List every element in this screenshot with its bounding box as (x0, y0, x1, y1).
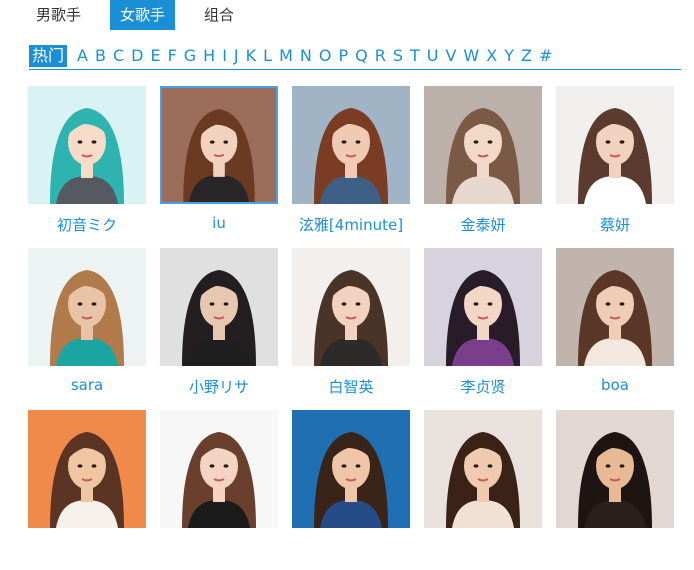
letter-filter-j[interactable]: J (234, 45, 239, 67)
letter-filter-g[interactable]: G (184, 45, 196, 67)
artist-card[interactable] (160, 410, 278, 570)
artist-name-link[interactable]: iu (150, 214, 288, 232)
alphabet-filter-bar: 热门 A B C D E F G H I J K L M N O P Q R S T U V W X Y Z # (29, 42, 681, 70)
artist-name-link[interactable]: 初音ミク (18, 214, 156, 235)
artist-card[interactable] (28, 410, 146, 570)
artist-card[interactable]: 泫雅[4minute] (292, 86, 410, 246)
artist-card[interactable] (292, 410, 410, 570)
letter-filter-z[interactable]: Z (521, 45, 532, 67)
artist-photo[interactable] (292, 86, 410, 204)
artist-photo[interactable] (424, 410, 542, 528)
artist-name-link[interactable]: boa (546, 376, 684, 394)
singer-category-tabs: 男歌手 女歌手 组合 (26, 0, 263, 30)
artist-card[interactable]: 李贞贤 (424, 248, 542, 408)
artist-photo[interactable] (556, 86, 674, 204)
letter-filter-x[interactable]: X (486, 45, 497, 67)
artist-name-link[interactable]: 白智英 (282, 376, 420, 397)
artist-photo[interactable] (160, 248, 278, 366)
letter-filter-r[interactable]: R (375, 45, 386, 67)
letter-filter-t[interactable]: T (410, 45, 420, 67)
artist-photo[interactable] (28, 410, 146, 528)
artist-photo[interactable] (160, 86, 278, 204)
letter-filter-v[interactable]: V (445, 45, 456, 67)
letter-filter-y[interactable]: Y (504, 45, 514, 67)
letter-filter-n[interactable]: N (300, 45, 312, 67)
artist-photo[interactable] (556, 410, 674, 528)
letter-filter-k[interactable]: K (246, 45, 257, 67)
artist-name-link[interactable]: 李贞贤 (414, 376, 552, 397)
artist-name-link[interactable]: 小野リサ (150, 376, 288, 397)
artist-card[interactable]: sara (28, 248, 146, 408)
letter-filter-s[interactable]: S (393, 45, 403, 67)
artist-card[interactable]: 白智英 (292, 248, 410, 408)
artist-card[interactable]: 小野リサ (160, 248, 278, 408)
artist-name-link[interactable]: 蔡妍 (546, 214, 684, 235)
tab-male-singers[interactable]: 男歌手 (26, 0, 91, 30)
artist-photo[interactable] (424, 248, 542, 366)
artist-card[interactable]: iu (160, 86, 278, 246)
artist-photo[interactable] (160, 410, 278, 528)
letter-filter-u[interactable]: U (427, 45, 439, 67)
artist-photo[interactable] (292, 248, 410, 366)
tab-female-singers[interactable]: 女歌手 (110, 0, 176, 30)
letter-filter-p[interactable]: P (338, 45, 348, 67)
artist-photo[interactable] (28, 248, 146, 366)
letter-filter-w[interactable]: W (463, 45, 479, 67)
letter-filter-i[interactable]: I (222, 45, 227, 67)
artist-card[interactable]: boa (556, 248, 674, 408)
letter-filter-o[interactable]: O (319, 45, 332, 67)
artist-card[interactable]: 初音ミク (28, 86, 146, 246)
artist-photo[interactable] (424, 86, 542, 204)
artist-card[interactable]: 蔡妍 (556, 86, 674, 246)
artist-name-link[interactable]: sara (18, 376, 156, 394)
letter-filter-l[interactable]: L (263, 45, 272, 67)
letter-filter-other[interactable]: # (539, 45, 552, 67)
letter-filter-d[interactable]: D (131, 45, 143, 67)
letter-filter-q[interactable]: Q (355, 45, 368, 67)
letter-filter-e[interactable]: E (150, 45, 160, 67)
letter-filter-f[interactable]: F (168, 45, 177, 67)
artist-photo[interactable] (556, 248, 674, 366)
letter-filter-m[interactable]: M (279, 45, 293, 67)
artist-card[interactable] (556, 410, 674, 570)
artist-photo[interactable] (28, 86, 146, 204)
artist-name-link[interactable]: 泫雅[4minute] (282, 214, 420, 235)
letter-filter-hot[interactable]: 热门 (29, 44, 68, 67)
artist-card[interactable]: 金泰妍 (424, 86, 542, 246)
artist-card[interactable] (424, 410, 542, 570)
letter-filter-c[interactable]: C (113, 45, 124, 67)
artist-photo[interactable] (292, 410, 410, 528)
tab-groups[interactable]: 组合 (194, 0, 244, 30)
letter-filter-a[interactable]: A (77, 45, 88, 67)
letter-filter-h[interactable]: H (203, 45, 215, 67)
letter-filter-b[interactable]: B (95, 45, 106, 67)
artist-name-link[interactable]: 金泰妍 (414, 214, 552, 235)
